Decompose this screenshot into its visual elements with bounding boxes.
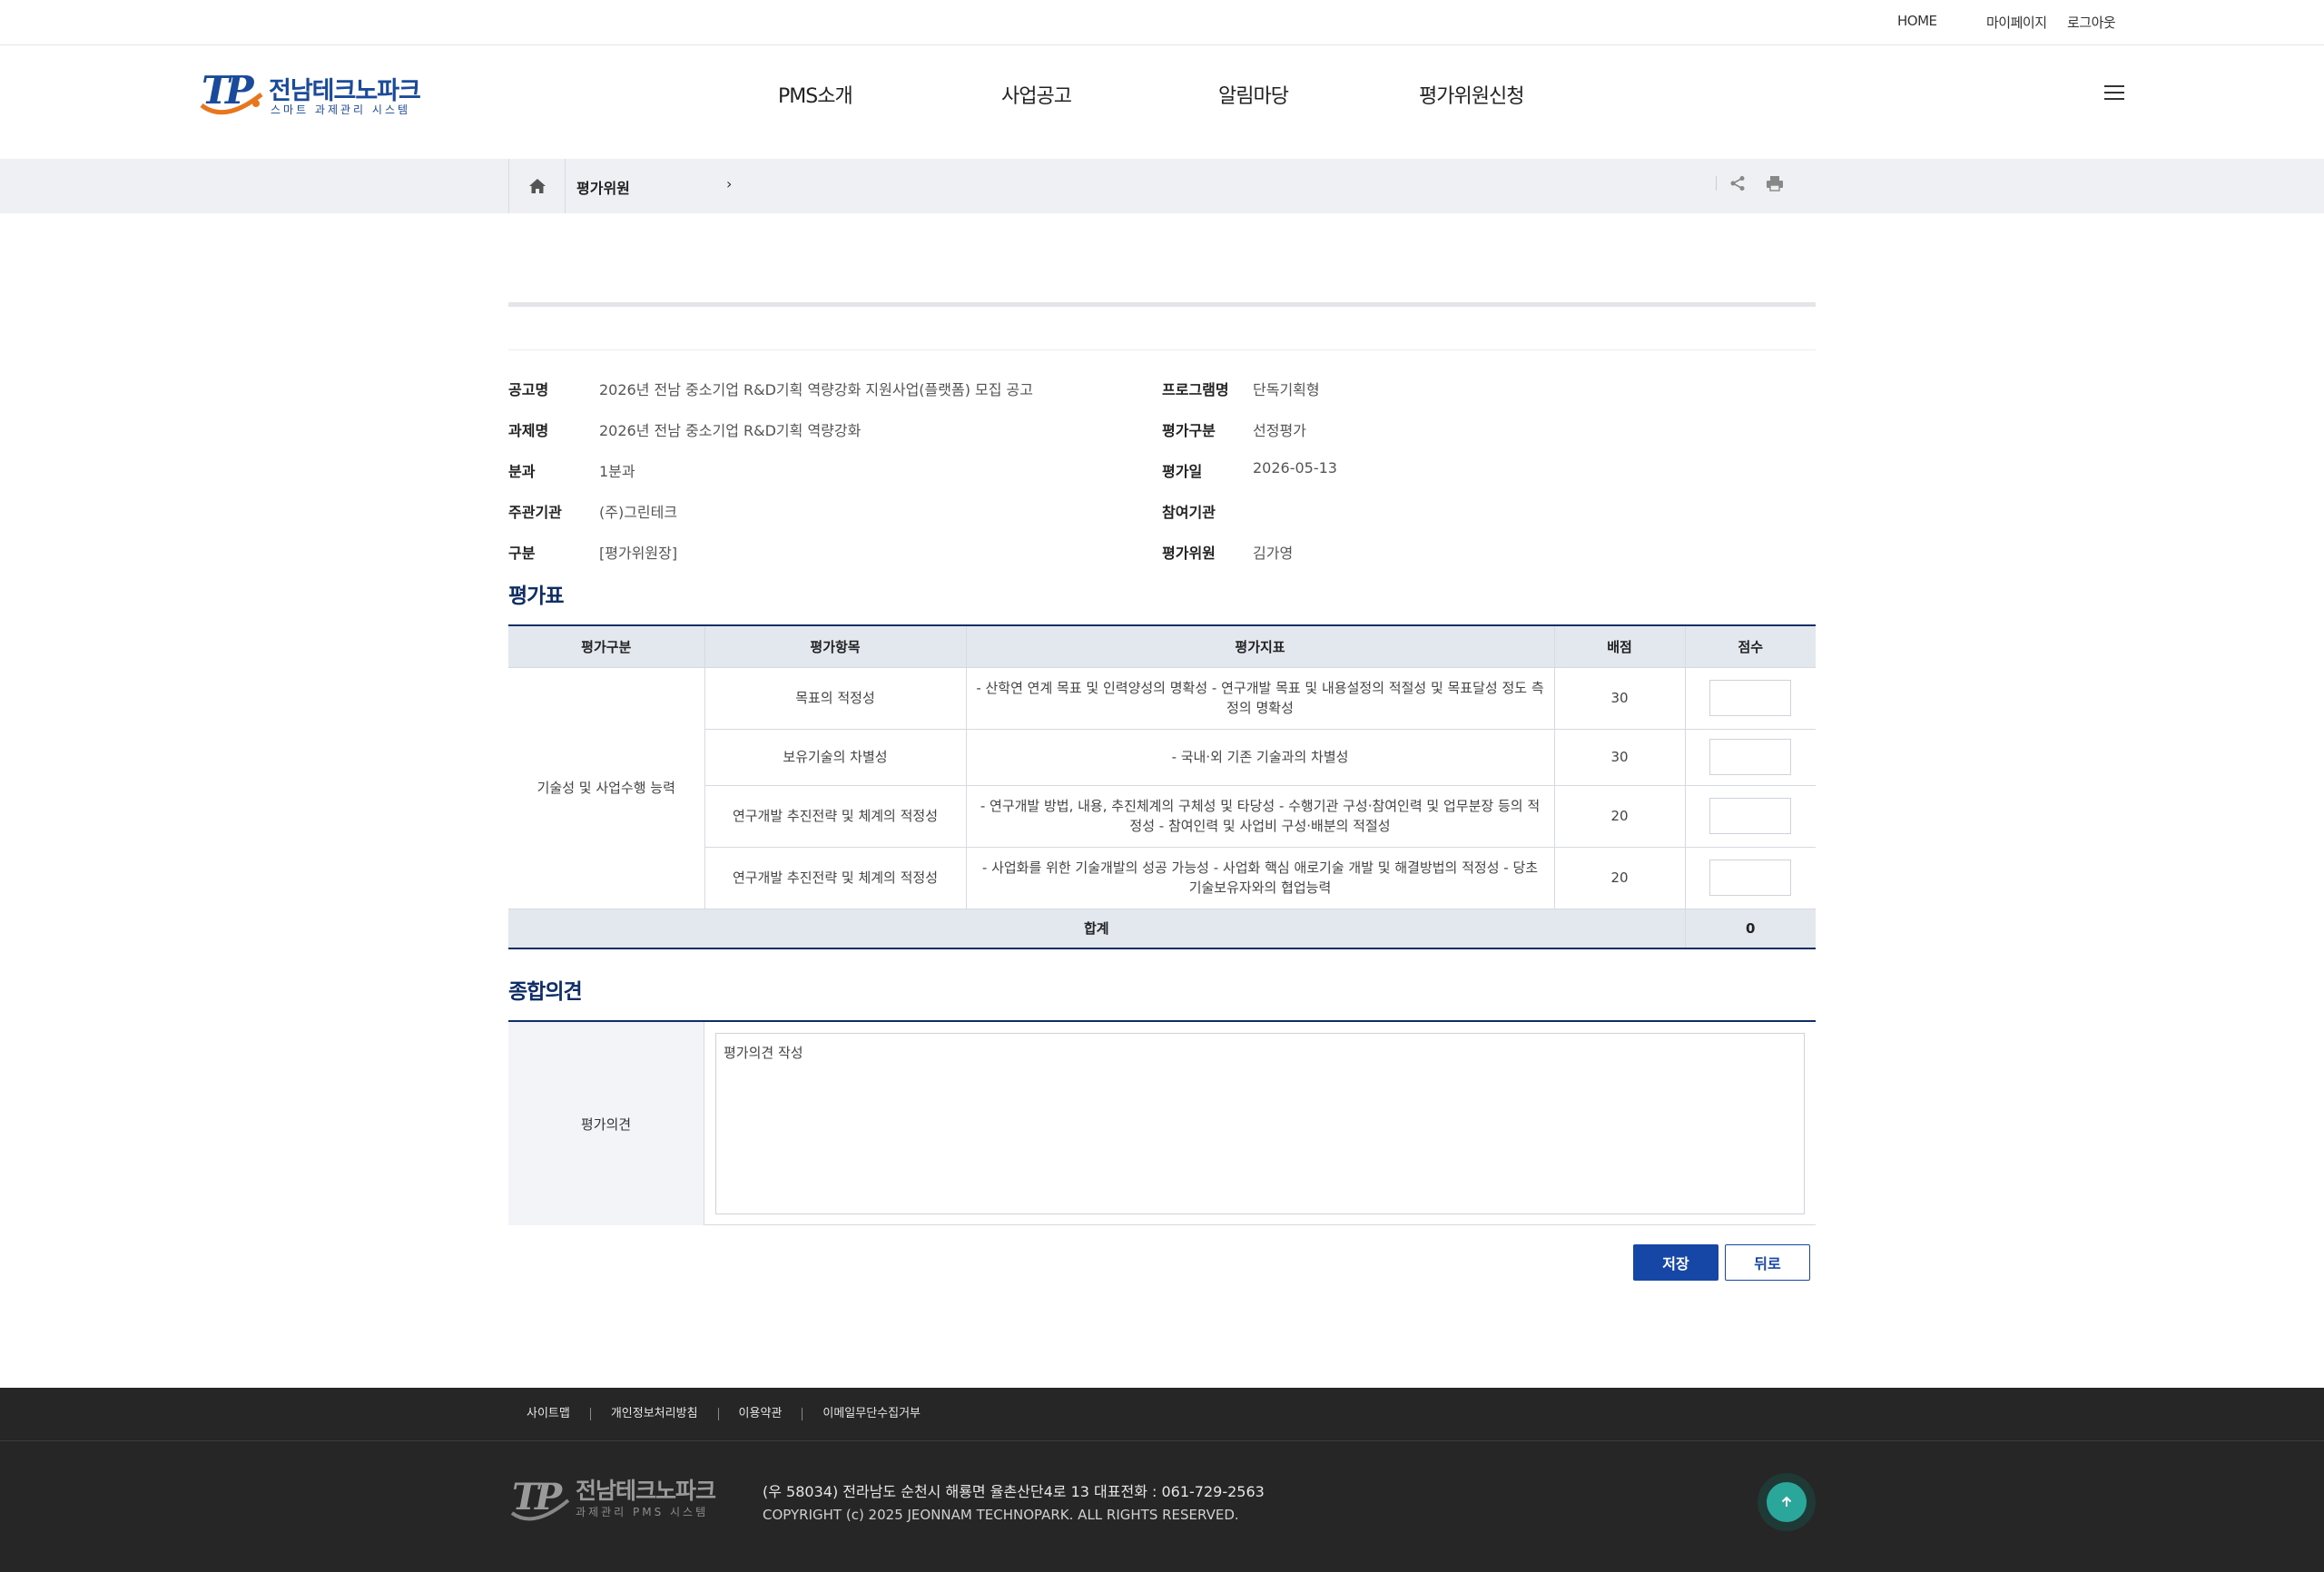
col-header-item: 평가항목 xyxy=(704,625,967,668)
score-input[interactable] xyxy=(1709,798,1792,834)
footer-divider xyxy=(0,1440,2324,1441)
footer-address: (우 58034) 전라남도 순천시 해룡면 율촌산단4로 13 대표전화 : … xyxy=(763,1483,1265,1500)
item-cell: 연구개발 추진전략 및 체계의 적정성 xyxy=(704,784,967,848)
eval-table: 평가구분 평가항목 평가지표 배점 점수 기술성 및 사업수행 능력 목표의 적… xyxy=(508,624,1816,949)
content-divider-thick xyxy=(508,302,1816,307)
logo-subtitle: 스마트 과제관리 시스템 xyxy=(271,103,411,116)
footer-logo: T P 전남테크노파크 과제관리 PMS 시스템 xyxy=(508,1473,717,1528)
table-row: 보유기술의 차별성 - 국내·외 기존 기술과의 차별성 30 xyxy=(508,728,1816,786)
home-link[interactable]: HOME xyxy=(1897,13,1937,29)
back-button[interactable]: 뒤로 xyxy=(1725,1244,1810,1281)
col-header-score: 점수 xyxy=(1684,625,1816,668)
eval-table-title: 평가표 xyxy=(508,585,564,608)
hamburger-menu-icon[interactable] xyxy=(2104,85,2124,102)
opinion-section-title: 종합의견 xyxy=(508,980,583,1004)
opinion-label: 평가의견 xyxy=(508,1022,704,1225)
arrow-up-icon xyxy=(1767,1482,1807,1522)
points-cell: 30 xyxy=(1553,666,1686,730)
site-header: T P 전남테크노파크 스마트 과제관리 시스템 PMS소개 사업공고 알림마당… xyxy=(0,45,2324,159)
print-icon[interactable] xyxy=(1766,175,1784,192)
footer-copyright: COPYRIGHT (c) 2025 JEONNAM TECHNOPARK. A… xyxy=(763,1507,1239,1523)
home-icon[interactable] xyxy=(508,159,566,213)
score-input[interactable] xyxy=(1709,680,1792,716)
item-cell: 보유기술의 차별성 xyxy=(704,728,967,786)
sum-row: 합계 0 xyxy=(508,908,1816,949)
svg-text:P: P xyxy=(224,68,255,113)
breadcrumb: 평가위원 › xyxy=(0,159,2324,213)
footer-links: 사이트맵 개인정보처리방침 이용약관 이메일무단수집거부 xyxy=(508,1388,940,1440)
score-input[interactable] xyxy=(1709,860,1792,896)
chevron-right-icon[interactable]: › xyxy=(726,175,732,192)
utility-bar: HOME 마이페이지 로그아웃 xyxy=(0,0,2324,45)
table-row: 연구개발 추진전략 및 체계의 적정성 - 연구개발 방법, 내용, 추진체계의… xyxy=(508,784,1816,848)
nav-pms-intro[interactable]: PMS소개 xyxy=(778,80,853,109)
opinion-form: 평가의견 xyxy=(508,1020,1816,1225)
item-cell: 목표의 적정성 xyxy=(704,666,967,730)
score-cell xyxy=(1684,846,1816,909)
footer-link-terms[interactable]: 이용약관 xyxy=(717,1408,803,1420)
footer-link-email-policy[interactable]: 이메일무단수집거부 xyxy=(802,1408,940,1420)
footer-link-sitemap[interactable]: 사이트맵 xyxy=(508,1408,590,1420)
sum-value: 0 xyxy=(1684,908,1816,949)
nav-evaluator-apply[interactable]: 평가위원신청 xyxy=(1419,80,1524,109)
indicator-cell: - 연구개발 방법, 내용, 추진체계의 구체성 및 타당성 - 수행기관 구성… xyxy=(965,784,1555,848)
tools-divider xyxy=(1716,176,1717,191)
footer-logo-title: 전남테크노파크 xyxy=(576,1478,716,1504)
col-header-category: 평가구분 xyxy=(508,625,705,668)
tp-logo-gray-icon: T P xyxy=(510,1476,570,1521)
item-cell: 연구개발 추진전략 및 체계의 적정성 xyxy=(704,846,967,909)
indicator-cell: - 산학연 연계 목표 및 인력양성의 명확성 - 연구개발 목표 및 내용설정… xyxy=(965,666,1555,730)
opinion-textarea[interactable] xyxy=(715,1033,1805,1214)
svg-text:P: P xyxy=(534,1476,564,1518)
nav-notice-board[interactable]: 알림마당 xyxy=(1218,80,1289,109)
save-button[interactable]: 저장 xyxy=(1633,1244,1718,1281)
footer-link-privacy[interactable]: 개인정보처리방침 xyxy=(589,1408,718,1420)
footer-logo-subtitle: 과제관리 PMS 시스템 xyxy=(576,1506,709,1518)
logout-link[interactable]: 로그아웃 xyxy=(2067,13,2116,32)
site-logo[interactable]: T P 전남테크노파크 스마트 과제관리 시스템 xyxy=(198,67,421,122)
indicator-cell: - 국내·외 기존 기술과의 차별성 xyxy=(965,728,1555,786)
nav-business-notice[interactable]: 사업공고 xyxy=(1001,80,1072,109)
mypage-link[interactable]: 마이페이지 xyxy=(1986,13,2047,32)
site-footer: 사이트맵 개인정보처리방침 이용약관 이메일무단수집거부 T P 전남테크노파크… xyxy=(0,1388,2324,1572)
page-tools xyxy=(1716,175,1784,192)
points-cell: 30 xyxy=(1553,728,1686,786)
score-cell xyxy=(1684,784,1816,848)
indicator-cell: - 사업화를 위한 기술개발의 성공 가능성 - 사업화 핵심 애로기술 개발 … xyxy=(965,846,1555,909)
score-cell xyxy=(1684,728,1816,786)
share-icon[interactable] xyxy=(1729,175,1746,192)
points-cell: 20 xyxy=(1553,784,1686,848)
col-header-indicator: 평가지표 xyxy=(965,625,1555,668)
points-cell: 20 xyxy=(1553,846,1686,909)
score-input[interactable] xyxy=(1709,739,1792,775)
tp-logo-icon: T P xyxy=(200,68,263,115)
content-divider xyxy=(508,349,1816,350)
col-header-points: 배점 xyxy=(1553,625,1686,668)
table-row: 연구개발 추진전략 및 체계의 적정성 - 사업화를 위한 기술개발의 성공 가… xyxy=(508,846,1816,909)
table-row: 기술성 및 사업수행 능력 목표의 적정성 - 산학연 연계 목표 및 인력양성… xyxy=(508,666,1816,909)
table-header-row: 평가구분 평가항목 평가지표 배점 점수 xyxy=(508,625,1816,668)
breadcrumb-current[interactable]: 평가위원 xyxy=(576,176,630,198)
category-cell: 기술성 및 사업수행 능력 xyxy=(508,666,705,909)
score-cell xyxy=(1684,666,1816,730)
sum-label: 합계 xyxy=(508,908,1686,949)
scroll-top-button[interactable] xyxy=(1758,1473,1816,1531)
